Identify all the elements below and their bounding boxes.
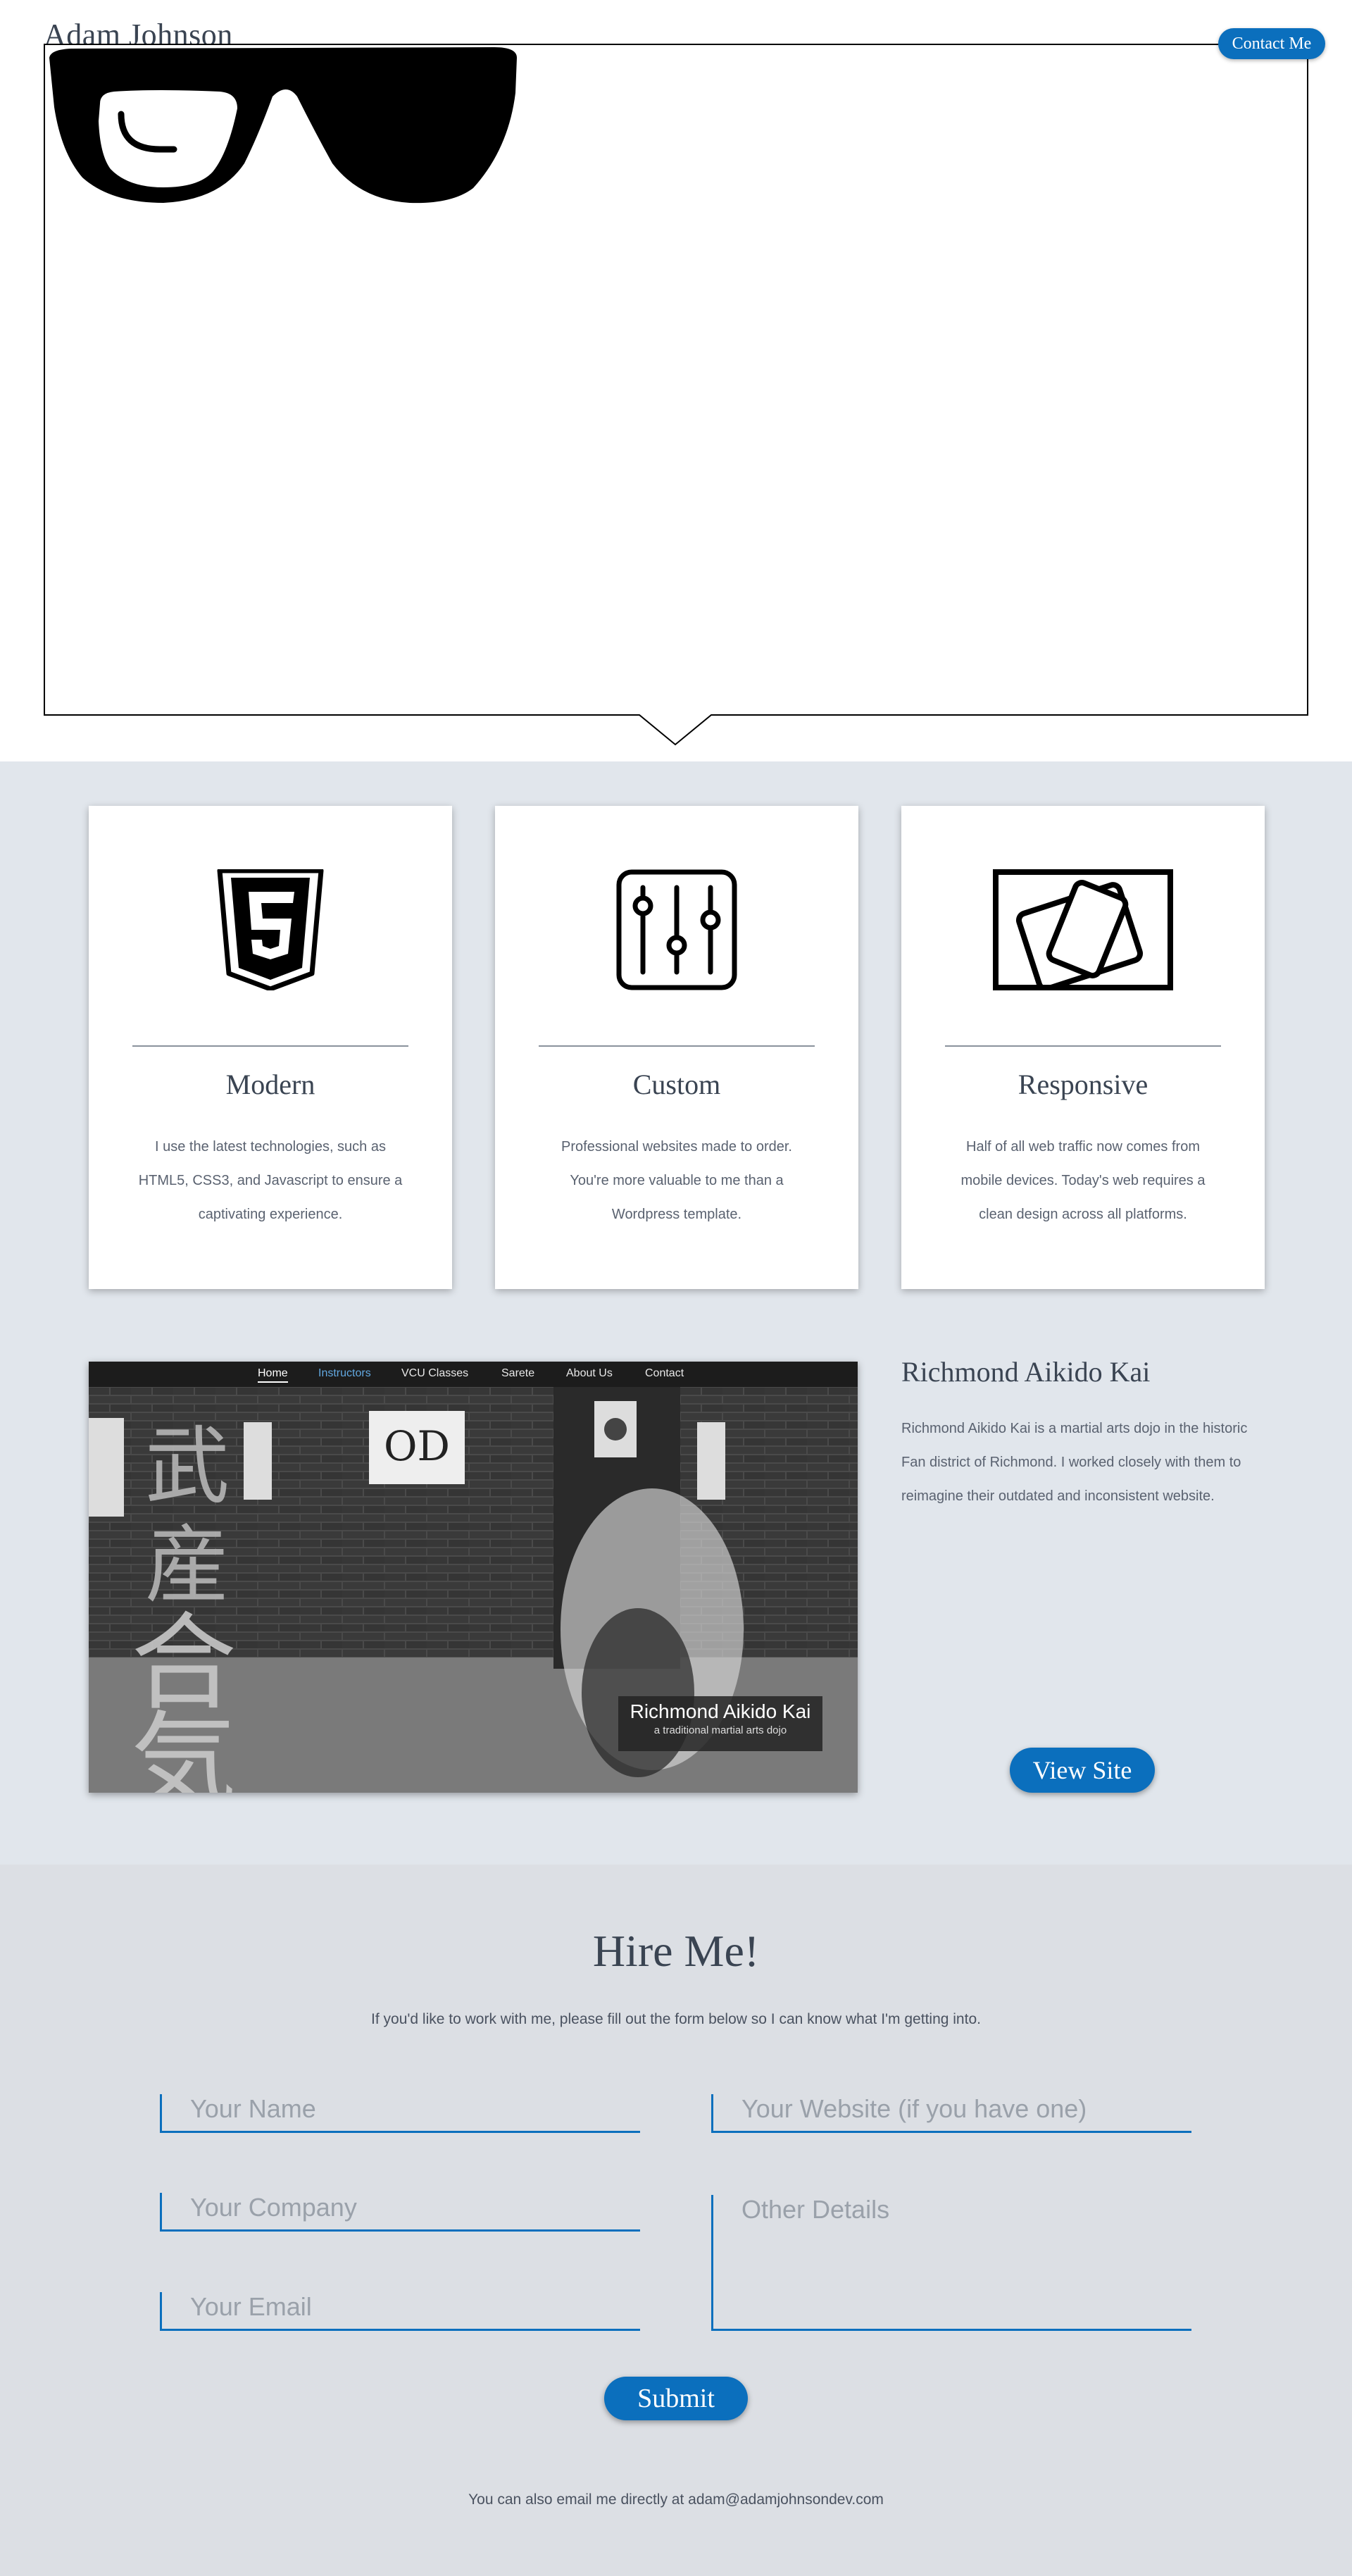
svg-text:産: 産 (145, 1517, 230, 1614)
devices-icon (993, 869, 1173, 990)
service-card-modern: Modern I use the latest technologies, su… (89, 806, 452, 1289)
screenshot-caption: Richmond Aikido Kai a traditional martia… (618, 1696, 822, 1751)
company-field[interactable]: Your Company (160, 2193, 640, 2232)
service-title: Responsive (1018, 1069, 1148, 1100)
project-title: Richmond Aikido Kai (901, 1356, 1151, 1388)
card-divider (539, 1045, 815, 1047)
card-divider (945, 1045, 1221, 1047)
service-card-responsive: Responsive Half of all web traffic now c… (901, 806, 1265, 1289)
email-placeholder: Your Email (190, 2292, 312, 2321)
contact-me-button[interactable]: Contact Me (1218, 28, 1325, 59)
name-placeholder: Your Name (190, 2094, 316, 2123)
submit-button[interactable]: Submit (604, 2377, 748, 2420)
screenshot-nav: Home Instructors VCU Classes Sarete Abou… (89, 1362, 858, 1387)
screenshot-nav-item: VCU Classes (401, 1367, 469, 1379)
email-field[interactable]: Your Email (160, 2292, 640, 2331)
service-text: Half of all web traffic now comes from m… (960, 1139, 1206, 1222)
svg-text:気: 気 (131, 1701, 237, 1793)
website-field[interactable]: Your Website (if you have one) (711, 2094, 1191, 2133)
details-field[interactable]: Other Details (711, 2195, 1191, 2331)
company-placeholder: Your Company (190, 2193, 357, 2222)
project-screenshot[interactable]: OD 武 産 合 気 Home Instructors VCU Classes … (89, 1362, 858, 1793)
hero-frame (44, 44, 1308, 746)
screenshot-caption-title: Richmond Aikido Kai (630, 1700, 811, 1722)
services-section: Modern I use the latest technologies, su… (0, 761, 1352, 1865)
details-placeholder: Other Details (741, 2195, 890, 2224)
project-description: Richmond Aikido Kai is a martial arts do… (901, 1421, 1248, 1504)
view-site-button[interactable]: View Site (1010, 1748, 1155, 1793)
screenshot-nav-item: About Us (566, 1367, 613, 1379)
service-title: Custom (632, 1069, 721, 1100)
service-text: Professional websites made to order. You… (561, 1139, 792, 1222)
service-text: I use the latest technologies, such as H… (138, 1139, 403, 1222)
svg-text:武: 武 (145, 1418, 230, 1516)
screenshot-caption-subtitle: a traditional martial arts dojo (653, 1724, 787, 1736)
screenshot-nav-item: Contact (645, 1367, 684, 1379)
html5-icon (217, 869, 324, 990)
hire-intro: If you'd like to work with me, please fi… (371, 2011, 981, 2027)
screenshot-nav-item: Sarete (501, 1367, 535, 1379)
sliders-icon (616, 869, 737, 990)
website-placeholder: Your Website (if you have one) (741, 2094, 1087, 2123)
svg-text:OD: OD (384, 1422, 450, 1470)
service-title: Modern (225, 1069, 315, 1100)
screenshot-nav-item: Home (258, 1367, 288, 1383)
footer-email-note: You can also email me directly at adam@a… (468, 2491, 884, 2508)
sunglasses-icon (49, 47, 517, 204)
name-field[interactable]: Your Name (160, 2094, 640, 2133)
service-card-custom: Custom Professional websites made to ord… (495, 806, 858, 1289)
hire-title: Hire Me! (592, 1926, 760, 1976)
card-divider (132, 1045, 408, 1047)
screenshot-nav-item: Instructors (318, 1367, 371, 1379)
hero-section: Adam Johnson Contact Me (0, 0, 1352, 761)
